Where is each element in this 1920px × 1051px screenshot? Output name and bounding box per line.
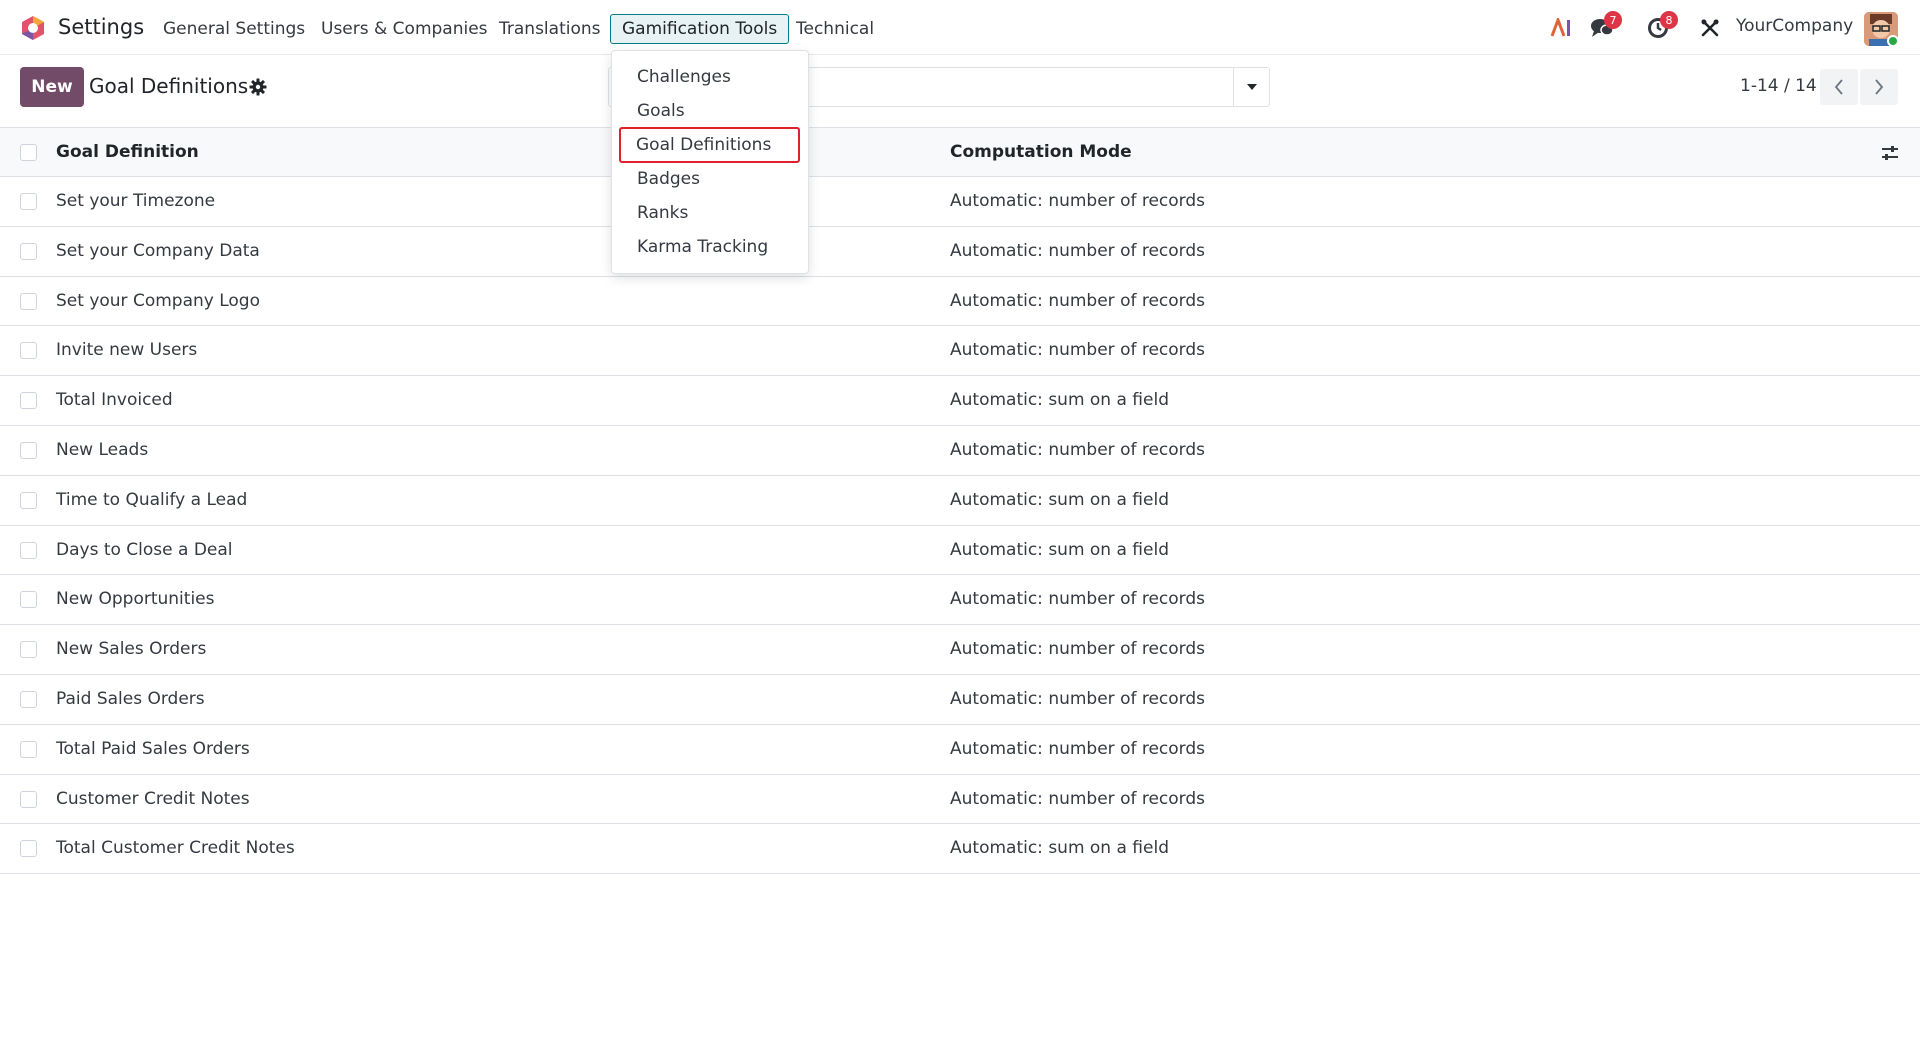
pager-value[interactable]: 1-14 / 14	[1740, 76, 1817, 96]
computation-mode-cell: Automatic: number of records	[950, 589, 1206, 610]
table-row[interactable]: Total Customer Credit Notes Automatic: su…	[0, 824, 1920, 875]
table-row[interactable]: Invite new Users Automatic: number of rec…	[0, 326, 1920, 377]
table-row[interactable]: New Opportunities Automatic: number of re…	[0, 575, 1920, 626]
computation-mode-cell: Automatic: number of records	[950, 290, 1206, 311]
computation-mode-cell: Automatic: sum on a field	[950, 390, 1169, 411]
goal-definition-cell: Total Invoiced	[56, 390, 173, 411]
goal-definition-cell: New Opportunities	[56, 589, 215, 610]
goal-definition-cell: Set your Company Logo	[56, 290, 260, 311]
row-checkbox[interactable]	[20, 690, 37, 708]
table-row[interactable]: New Leads Automatic: number of records	[0, 425, 1920, 476]
row-checkbox[interactable]	[20, 193, 37, 210]
goal-definition-cell: Total Customer Credit Notes	[56, 838, 295, 859]
menu-gamification-tools[interactable]: Gamification Tools	[610, 14, 790, 44]
computation-mode-cell: Automatic: sum on a field	[950, 539, 1169, 560]
dropdown-item-ranks[interactable]: Ranks	[612, 197, 808, 229]
table-row[interactable]: Set your Company Data Automatic: number o…	[0, 226, 1920, 277]
table-row[interactable]: Paid Sales Orders Automatic: number of re…	[0, 674, 1920, 725]
computation-mode-cell: Automatic: number of records	[950, 340, 1206, 361]
table-row[interactable]: Total Paid Sales Orders Automatic: number…	[0, 724, 1920, 775]
menu-translations[interactable]: Translations	[499, 14, 601, 44]
table-row[interactable]: New Sales Orders Automatic: number of rec…	[0, 625, 1920, 675]
gamification-tools-dropdown: Challenges Goals Goal Definitions Badges…	[611, 50, 809, 274]
company-switcher[interactable]: YourCompany	[1736, 16, 1853, 36]
chevron-left-icon	[1834, 79, 1843, 95]
top-navbar: Settings General Settings Users & Compan…	[0, 0, 1920, 55]
tools-icon[interactable]	[1696, 14, 1724, 42]
row-checkbox[interactable]	[20, 641, 37, 659]
goal-definition-cell: New Sales Orders	[56, 639, 207, 660]
list-body: Set your Timezone Automatic: number of re…	[0, 177, 1920, 875]
list-header: Goal Definition Computation Mode	[0, 127, 1920, 177]
computation-mode-cell: Automatic: number of records	[950, 240, 1206, 261]
goal-definition-cell: Paid Sales Orders	[56, 688, 205, 709]
row-checkbox[interactable]	[20, 491, 37, 509]
table-row[interactable]: Set your Timezone Automatic: number of re…	[0, 177, 1920, 227]
dropdown-item-goals[interactable]: Goals	[612, 95, 808, 127]
app-name[interactable]: Settings	[58, 15, 144, 39]
row-checkbox[interactable]	[20, 342, 37, 360]
computation-mode-cell: Automatic: number of records	[950, 439, 1206, 460]
dropdown-item-badges[interactable]: Badges	[612, 163, 808, 195]
table-row[interactable]: Customer Credit Notes Automatic: number o…	[0, 774, 1920, 825]
search-options-toggle[interactable]	[1233, 68, 1269, 106]
goal-definition-cell: Set your Timezone	[56, 191, 216, 211]
table-row[interactable]: Total Invoiced Automatic: sum on a field	[0, 376, 1920, 426]
computation-mode-cell: Automatic: sum on a field	[950, 838, 1169, 859]
clock-icon[interactable]: 8	[1644, 11, 1678, 42]
new-button[interactable]: New	[20, 67, 84, 107]
table-row[interactable]: Days to Close a Deal Automatic: sum on a …	[0, 525, 1920, 576]
column-header-computation-mode[interactable]: Computation Mode	[950, 142, 1132, 162]
dropdown-item-karma-tracking[interactable]: Karma Tracking	[612, 231, 808, 263]
page-title: Goal Definitions	[89, 74, 249, 98]
menu-technical[interactable]: Technical	[796, 14, 874, 44]
pager-next-button[interactable]	[1860, 69, 1898, 105]
computation-mode-cell: Automatic: number of records	[950, 639, 1206, 660]
messages-count-badge: 7	[1604, 11, 1622, 29]
odoo-logo-icon[interactable]	[20, 15, 46, 41]
pager-previous-button[interactable]	[1820, 69, 1858, 105]
row-checkbox[interactable]	[20, 242, 37, 260]
select-all-checkbox[interactable]	[20, 144, 37, 161]
menu-users-companies[interactable]: Users & Companies	[321, 14, 488, 44]
caret-down-icon	[1246, 84, 1257, 90]
goal-definition-cell: Invite new Users	[56, 340, 198, 361]
goal-definition-cell: Total Paid Sales Orders	[56, 738, 250, 759]
dropdown-item-goal-definitions[interactable]: Goal Definitions	[619, 127, 800, 163]
goal-definition-cell: Customer Credit Notes	[56, 788, 250, 809]
user-avatar[interactable]	[1864, 12, 1898, 46]
computation-mode-cell: Automatic: number of records	[950, 788, 1206, 809]
row-checkbox[interactable]	[20, 840, 37, 858]
gear-icon[interactable]	[249, 78, 267, 96]
row-checkbox[interactable]	[20, 441, 37, 459]
computation-mode-cell: Automatic: number of records	[950, 688, 1206, 709]
computation-mode-cell: Automatic: number of records	[950, 738, 1206, 759]
chat-bubbles-icon[interactable]: 7	[1588, 11, 1622, 42]
optional-columns-icon[interactable]	[1880, 143, 1900, 163]
menu-general-settings[interactable]: General Settings	[163, 14, 305, 44]
goal-definition-cell: Time to Qualify a Lead	[56, 489, 248, 510]
goal-definition-cell: New Leads	[56, 439, 149, 460]
online-status-dot	[1887, 35, 1898, 46]
ai-icon[interactable]	[1548, 14, 1576, 42]
table-row[interactable]: Set your Company Logo Automatic: number o…	[0, 276, 1920, 327]
activities-count-badge: 8	[1660, 11, 1678, 29]
computation-mode-cell: Automatic: sum on a field	[950, 489, 1169, 510]
row-checkbox[interactable]	[20, 392, 37, 410]
chevron-right-icon	[1875, 79, 1884, 95]
goal-definitions-list: Goal Definition Computation Mode Set you…	[0, 127, 1920, 875]
row-checkbox[interactable]	[20, 790, 37, 808]
goal-definition-cell: Set your Company Data	[56, 240, 260, 261]
column-header-goal-definition[interactable]: Goal Definition	[56, 142, 199, 162]
goal-definition-cell: Days to Close a Deal	[56, 539, 233, 560]
dropdown-item-challenges[interactable]: Challenges	[612, 61, 808, 93]
row-checkbox[interactable]	[20, 541, 37, 559]
row-checkbox[interactable]	[20, 292, 37, 310]
row-checkbox[interactable]	[20, 740, 37, 758]
row-checkbox[interactable]	[20, 591, 37, 609]
computation-mode-cell: Automatic: number of records	[950, 191, 1206, 211]
table-row[interactable]: Time to Qualify a Lead Automatic: sum on …	[0, 475, 1920, 526]
